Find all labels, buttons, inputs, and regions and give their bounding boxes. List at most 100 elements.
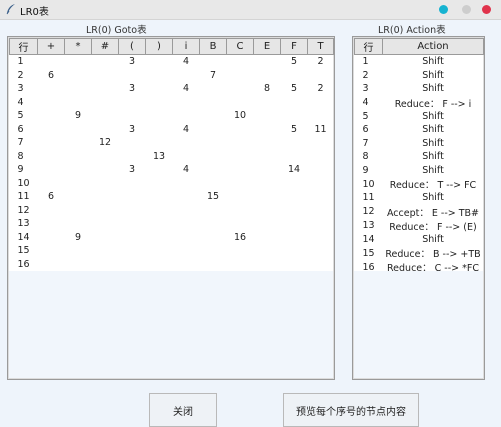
goto-cell: 11 (17, 191, 30, 203)
table-row[interactable]: 9 3 4 14 (10, 163, 334, 177)
goto-header-cell[interactable]: F (280, 38, 308, 55)
goto-header-cell[interactable]: C (226, 38, 254, 55)
action-cell: 16 (362, 261, 375, 273)
goto-cell (38, 136, 65, 150)
action-cell: Reduce： B --> +TB (385, 249, 481, 260)
goto-cell (308, 177, 334, 191)
table-row[interactable]: 16 (10, 258, 334, 272)
goto-cell: 16 (233, 231, 247, 243)
table-row[interactable]: 11 Shift (355, 191, 484, 205)
action-cell: 8 (362, 151, 369, 163)
table-row[interactable]: 12 (10, 204, 334, 218)
goto-cell: 14 (287, 164, 301, 176)
table-row[interactable]: 7 12 (10, 136, 334, 150)
maximize-button[interactable] (439, 5, 448, 14)
goto-cell (92, 244, 119, 258)
goto-cell (146, 96, 173, 110)
table-row[interactable]: 14 9 16 (10, 231, 334, 245)
goto-cell (281, 69, 308, 83)
goto-cell (65, 136, 92, 150)
table-row[interactable]: 12 Accept： E --> TB# (355, 205, 484, 219)
goto-cell (227, 177, 254, 191)
table-row[interactable]: 6 Shift (355, 123, 484, 137)
goto-cell (281, 109, 308, 123)
table-row[interactable]: 11 6 15 (10, 190, 334, 204)
table-row[interactable]: 2 Shift (355, 69, 484, 83)
table-row[interactable]: 13 (10, 217, 334, 231)
table-row[interactable]: 1 Shift (355, 55, 484, 69)
goto-cell: 10 (17, 177, 30, 189)
goto-cell (119, 258, 146, 272)
goto-header-cell[interactable]: + (37, 38, 65, 55)
table-row[interactable]: 8 13 (10, 150, 334, 164)
minimize-button[interactable] (462, 5, 471, 14)
goto-cell (227, 136, 254, 150)
goto-cell (254, 123, 281, 137)
table-row[interactable]: 10 Reduce： T --> FC (355, 177, 484, 192)
table-row[interactable]: 5 Shift (355, 110, 484, 124)
goto-cell (227, 204, 254, 218)
table-row[interactable]: 4 (10, 96, 334, 110)
window-title: LR0表 (20, 7, 49, 18)
goto-table-panel[interactable]: 行 + * #() i B C E F T 1 3 4 5 2 2 6 7 3 3 4 8 5 2 4 5 9 10 6 3 4 5 11 7 1… (7, 36, 335, 380)
goto-cell (308, 258, 334, 272)
table-row[interactable]: 3 3 4 8 5 2 (10, 82, 334, 96)
table-row[interactable]: 13 Reduce： F --> (E) (355, 219, 484, 233)
close-button[interactable]: 关闭 (149, 393, 217, 427)
preview-node-content-button[interactable]: 预览每个序号的节点内容 (283, 393, 419, 427)
table-row[interactable]: 5 9 10 (10, 109, 334, 123)
goto-cell: 5 (17, 110, 24, 122)
goto-header-cell[interactable]: 行 (9, 38, 38, 55)
goto-cell (254, 204, 281, 218)
goto-cell: 1 (17, 56, 24, 68)
action-cell: Shift (422, 56, 444, 68)
goto-header-cell[interactable]: ) (145, 38, 173, 55)
goto-header-cell[interactable]: T (307, 38, 334, 55)
close-window-button[interactable] (482, 5, 491, 14)
action-table-panel[interactable]: 行 Action 1 Shift 2 Shift 3 Shift 4 Reduce： F -->… (352, 36, 485, 380)
goto-header-cell[interactable]: i (172, 38, 200, 55)
goto-cell (254, 69, 281, 83)
goto-cell (200, 136, 227, 150)
goto-cell (38, 96, 65, 110)
goto-cell (281, 150, 308, 164)
goto-header-cell[interactable]: * (64, 38, 92, 55)
action-header-cell[interactable]: 行 (354, 38, 383, 55)
table-row[interactable]: 16 Reduce： C --> *FC (355, 260, 484, 275)
action-cell: Reduce： C --> *FC (387, 263, 479, 274)
table-row[interactable]: 14 Shift (355, 233, 484, 247)
goto-header-cell[interactable]: E (253, 38, 281, 55)
goto-cell (308, 136, 334, 150)
goto-cell (254, 244, 281, 258)
goto-cell (38, 258, 65, 272)
action-cell: Shift (422, 110, 444, 122)
goto-header-cell[interactable]: # (91, 38, 119, 55)
goto-cell: 10 (233, 110, 247, 122)
goto-header-cell[interactable]: B (199, 38, 227, 55)
table-row[interactable]: 1 3 4 5 2 (10, 55, 334, 69)
action-table: 行 Action 1 Shift 2 Shift 3 Shift 4 Reduce： F -->… (354, 38, 484, 274)
goto-cell (65, 150, 92, 164)
goto-cell (119, 231, 146, 245)
action-header-cell[interactable]: Action (382, 38, 484, 55)
goto-cell (119, 150, 146, 164)
table-row[interactable]: 15 (10, 244, 334, 258)
table-row[interactable]: 10 (10, 177, 334, 191)
goto-cell (173, 150, 200, 164)
goto-cell (92, 55, 119, 69)
goto-cell: 3 (128, 123, 136, 135)
table-row[interactable]: 2 6 7 (10, 69, 334, 83)
table-row[interactable]: 3 Shift (355, 82, 484, 96)
goto-header-cell[interactable]: ( (118, 38, 146, 55)
table-row[interactable]: 8 Shift (355, 150, 484, 164)
goto-cell (65, 82, 92, 96)
table-row[interactable]: 15 Reduce： B --> +TB (355, 246, 484, 261)
table-row[interactable]: 7 Shift (355, 137, 484, 151)
table-row[interactable]: 9 Shift (355, 164, 484, 178)
goto-cell (119, 190, 146, 204)
goto-cell: 3 (128, 164, 136, 176)
table-row[interactable]: 6 3 4 5 11 (10, 123, 334, 137)
action-cell: 7 (362, 137, 369, 149)
table-row[interactable]: 4 Reduce： F --> i (355, 96, 484, 110)
goto-cell (227, 69, 254, 83)
